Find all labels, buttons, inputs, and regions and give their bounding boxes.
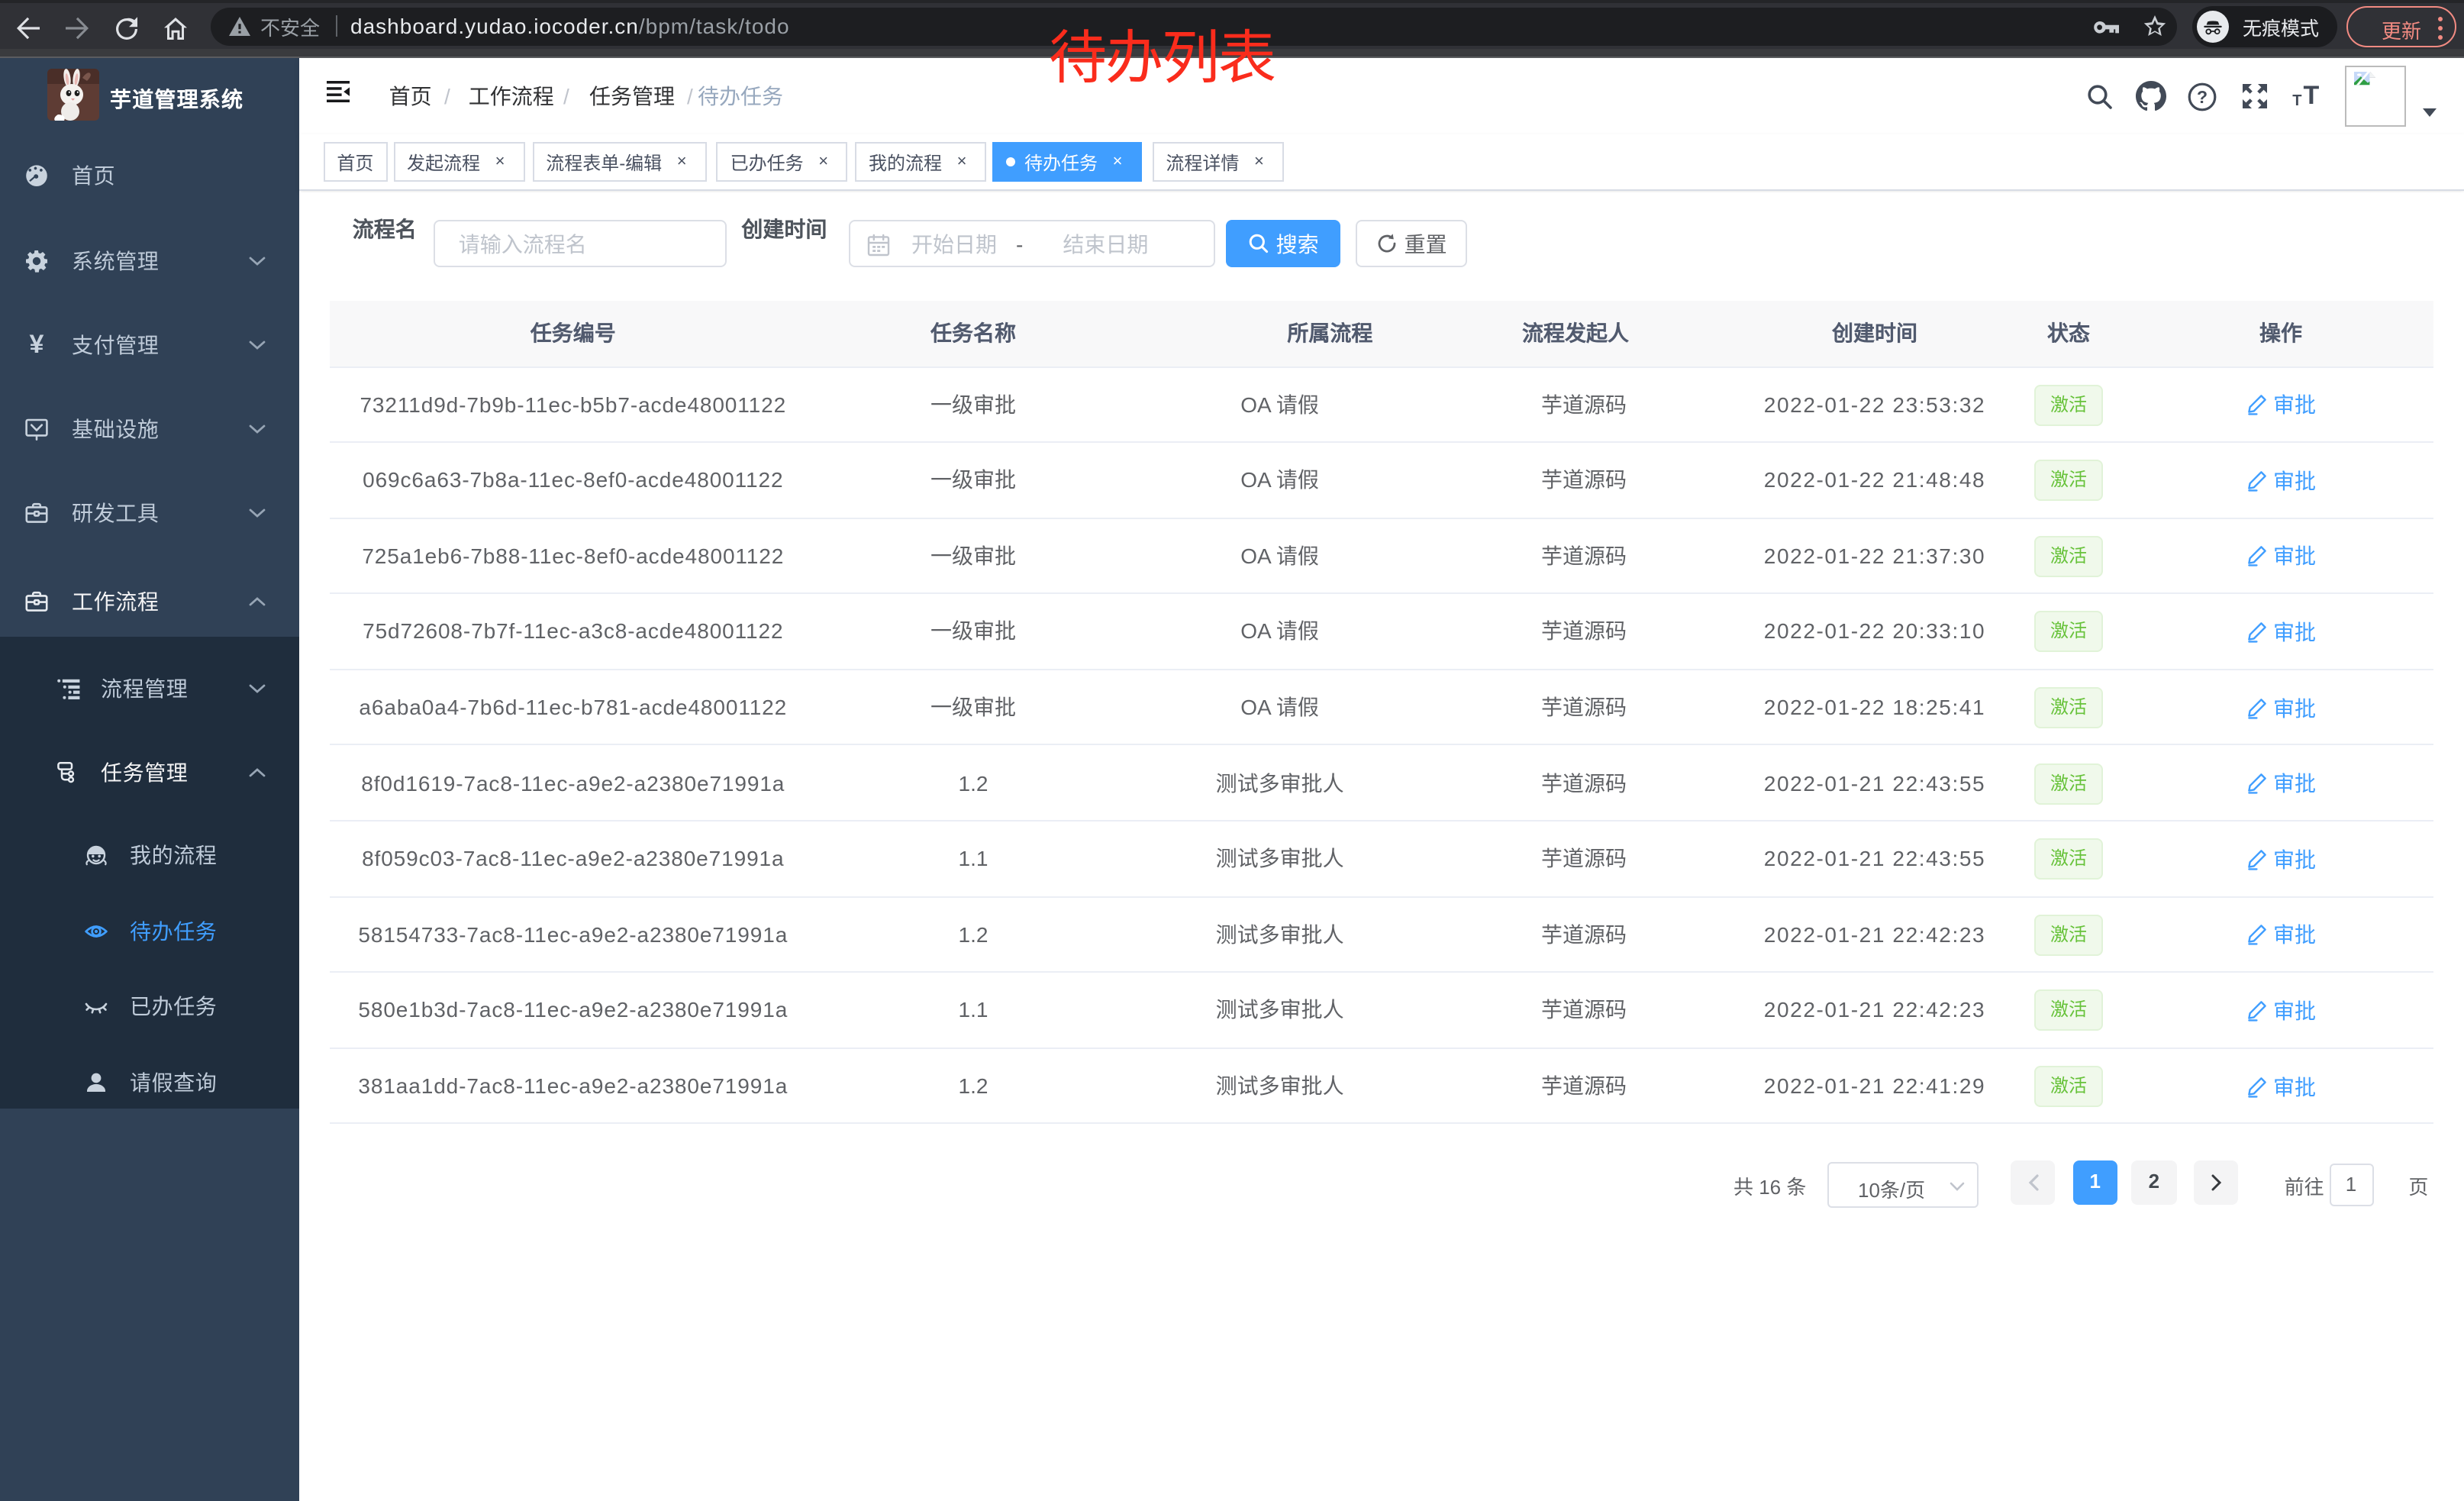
svg-text:?: ? <box>2197 86 2208 106</box>
